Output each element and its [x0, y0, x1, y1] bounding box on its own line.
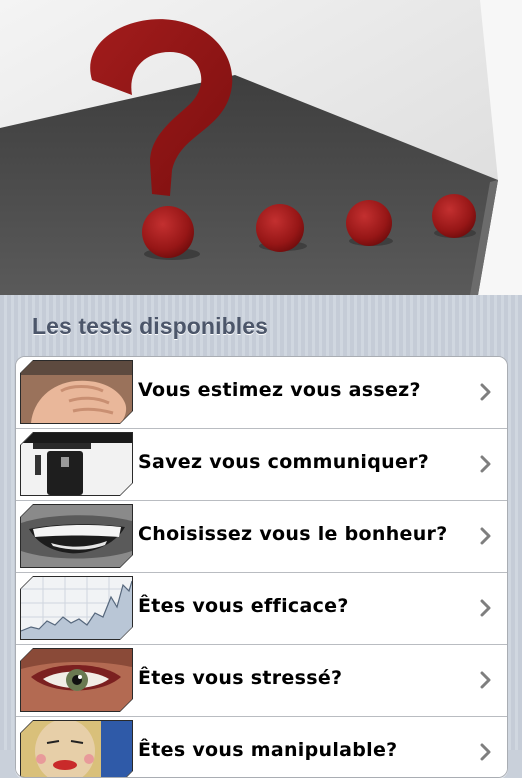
hero-image [0, 0, 522, 295]
section-title: Les tests disponibles [32, 313, 268, 339]
microphone-thumbnail [21, 433, 132, 495]
test-label: Êtes vous stressé? [138, 667, 343, 689]
fist-thumbnail [21, 361, 132, 423]
test-label: Êtes vous efficace? [138, 595, 349, 617]
test-label: Vous estimez vous assez? [138, 379, 421, 401]
chevron-right-icon [480, 671, 491, 689]
chevron-right-icon [480, 599, 491, 617]
test-row-estime[interactable]: Vous estimez vous assez? [16, 357, 507, 429]
chevron-right-icon [480, 455, 491, 473]
test-label: Choisissez vous le bonheur? [138, 523, 448, 545]
question-mark-illustration [0, 0, 522, 295]
test-label: Savez vous communiquer? [138, 451, 430, 473]
test-row-efficace[interactable]: Êtes vous efficace? [16, 573, 507, 645]
test-label: Êtes vous manipulable? [138, 739, 398, 761]
test-row-stresse[interactable]: Êtes vous stressé? [16, 645, 507, 717]
tests-section: Les tests disponibles Vous estimez vous … [0, 295, 522, 778]
test-row-bonheur[interactable]: Choisissez vous le bonheur? [16, 501, 507, 573]
smile-thumbnail [21, 505, 132, 567]
stock-chart-thumbnail [21, 577, 132, 639]
tests-list: Vous estimez vous assez? Savez vous comm… [15, 356, 508, 778]
eye-glasses-thumbnail [21, 649, 132, 711]
chevron-right-icon [480, 527, 491, 545]
chevron-right-icon [480, 383, 491, 401]
test-row-communiquer[interactable]: Savez vous communiquer? [16, 429, 507, 501]
chevron-right-icon [480, 743, 491, 761]
test-row-manipulable[interactable]: Êtes vous manipulable? [16, 717, 507, 777]
